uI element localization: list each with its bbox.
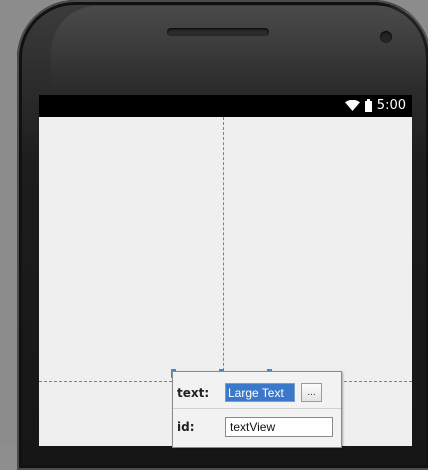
text-property-label: text: bbox=[177, 385, 210, 400]
status-icons: 5:00 bbox=[344, 98, 406, 113]
speaker-grille bbox=[167, 28, 269, 36]
id-property-label: id: bbox=[177, 420, 195, 434]
text-property-input[interactable] bbox=[225, 383, 295, 402]
battery-icon bbox=[364, 99, 372, 112]
id-property-input[interactable] bbox=[225, 417, 333, 437]
text-property-row: text: ... bbox=[177, 383, 322, 402]
browse-button[interactable]: ... bbox=[301, 383, 322, 402]
property-popup: text: ... id: bbox=[172, 371, 342, 448]
id-property-row: id: bbox=[177, 417, 333, 437]
device-bezel-highlight bbox=[51, 6, 428, 90]
front-camera bbox=[380, 31, 392, 43]
wifi-icon bbox=[344, 100, 360, 111]
status-bar: 5:00 bbox=[39, 95, 412, 117]
status-time: 5:00 bbox=[376, 98, 406, 113]
popup-divider bbox=[173, 408, 341, 409]
